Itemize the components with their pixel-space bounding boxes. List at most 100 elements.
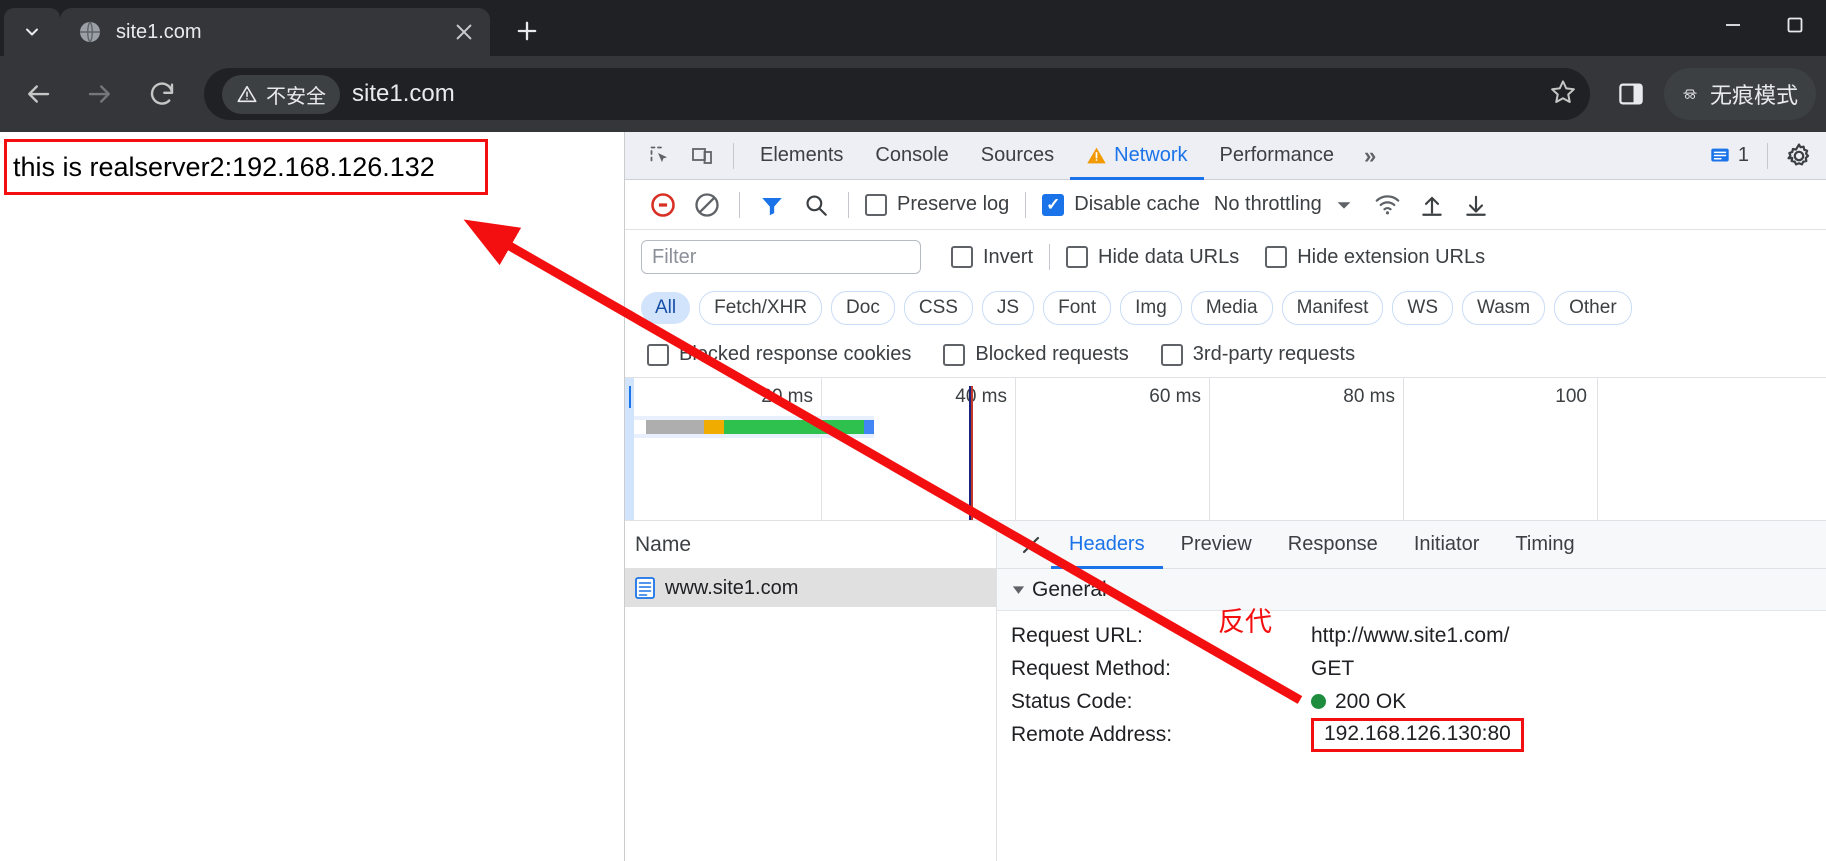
tab-search-button[interactable] xyxy=(4,8,60,56)
type-filter-wasm[interactable]: Wasm xyxy=(1462,291,1546,325)
close-details-button[interactable] xyxy=(1011,525,1051,565)
clear-button[interactable] xyxy=(685,183,729,227)
search-button[interactable] xyxy=(794,183,838,227)
detail-tab-initiator[interactable]: Initiator xyxy=(1396,521,1498,569)
tab-label: Sources xyxy=(980,144,1055,166)
filter-input[interactable]: Filter xyxy=(641,240,921,274)
clear-icon xyxy=(695,192,719,217)
detail-tab-response[interactable]: Response xyxy=(1270,521,1396,569)
network-overview[interactable]: 20 ms 40 ms 60 ms 80 ms 100 xyxy=(625,378,1826,521)
blocked-response-cookies-checkbox[interactable]: Blocked response cookies xyxy=(641,343,917,366)
maximize-button[interactable] xyxy=(1764,0,1826,50)
inspect-element-button[interactable] xyxy=(639,135,681,177)
divider xyxy=(1025,191,1027,218)
arrow-left-icon xyxy=(28,85,50,103)
record-button[interactable] xyxy=(641,183,685,227)
address-bar[interactable]: 不安全 site1.com xyxy=(204,68,1590,120)
tab-network[interactable]: Network xyxy=(1070,132,1203,180)
filter-bar: Filter Invert Hide data URLs Hide extens… xyxy=(625,230,1826,284)
hide-data-urls-checkbox[interactable]: Hide data URLs xyxy=(1060,246,1245,269)
reload-button[interactable] xyxy=(134,66,190,122)
checkbox-box xyxy=(1265,246,1288,268)
status-code-value: 200 OK xyxy=(1335,689,1407,713)
settings-button[interactable] xyxy=(1778,135,1820,177)
security-indicator[interactable]: 不安全 xyxy=(222,74,340,114)
type-filter-media[interactable]: Media xyxy=(1190,291,1273,325)
overview-range-handle[interactable] xyxy=(625,378,634,520)
type-filter-fetch-xhr[interactable]: Fetch/XHR xyxy=(699,291,823,325)
type-filter-js[interactable]: JS xyxy=(981,291,1035,325)
detail-tab-preview[interactable]: Preview xyxy=(1163,521,1270,569)
throttling-select[interactable]: No throttling xyxy=(1206,193,1322,216)
filter-toggle-button[interactable] xyxy=(750,183,794,227)
side-panel-button[interactable] xyxy=(1604,67,1658,121)
upload-icon xyxy=(1422,196,1442,216)
inspect-element-icon xyxy=(650,146,667,162)
third-party-requests-checkbox[interactable]: 3rd-party requests xyxy=(1155,343,1361,366)
type-filter-img[interactable]: Img xyxy=(1120,291,1182,325)
type-filter-ws[interactable]: WS xyxy=(1392,291,1453,325)
security-label: 不安全 xyxy=(266,85,326,108)
close-icon[interactable] xyxy=(450,18,478,46)
browser-tab[interactable]: site1.com xyxy=(60,8,490,56)
header-key: Status Code: xyxy=(1011,689,1133,713)
overview-tick: 40 ms xyxy=(955,386,1007,407)
table-row[interactable]: www.site1.com xyxy=(625,569,996,607)
device-toolbar-button[interactable] xyxy=(681,135,723,177)
chevrons-right-icon[interactable]: » xyxy=(1350,143,1388,169)
detail-tab-bar: Headers Preview Response Initiator Timin… xyxy=(997,521,1826,569)
new-tab-button[interactable] xyxy=(504,8,550,54)
checkbox-box xyxy=(1042,193,1065,216)
content-area: this is realserver2:192.168.126.132 Elem… xyxy=(0,132,1826,861)
page-body-text: this is realserver2:192.168.126.132 xyxy=(13,151,435,182)
type-filter-other[interactable]: Other xyxy=(1554,291,1632,325)
general-header-rows: Request URL: http://www.site1.com/ Reque… xyxy=(997,611,1826,752)
preserve-log-checkbox[interactable]: Preserve log xyxy=(859,193,1015,216)
status-ok-dot xyxy=(1311,694,1326,709)
checkbox-label: Invert xyxy=(983,245,1034,268)
network-conditions-button[interactable] xyxy=(1366,183,1410,227)
tab-console[interactable]: Console xyxy=(859,132,964,180)
checkbox-box xyxy=(865,193,887,216)
minimize-button[interactable] xyxy=(1702,0,1764,50)
header-value: GET xyxy=(1311,656,1355,680)
tab-performance[interactable]: Performance xyxy=(1204,132,1351,180)
arrow-right-icon xyxy=(88,85,110,103)
tab-sources[interactable]: Sources xyxy=(965,132,1070,180)
bookmark-button[interactable] xyxy=(1548,77,1578,112)
type-filter-doc[interactable]: Doc xyxy=(831,291,895,325)
export-har-button[interactable] xyxy=(1454,183,1498,227)
column-header-name[interactable]: Name xyxy=(625,521,996,569)
blocked-requests-checkbox[interactable]: Blocked requests xyxy=(937,343,1134,366)
reload-icon xyxy=(150,82,174,105)
message-count[interactable]: 1 xyxy=(1701,144,1757,167)
type-filter-font[interactable]: Font xyxy=(1043,291,1112,325)
incognito-icon xyxy=(1683,89,1697,99)
invert-checkbox[interactable]: Invert xyxy=(945,246,1039,269)
header-value-wrap: 200 OK xyxy=(1311,690,1406,714)
tab-title: site1.com xyxy=(116,20,202,43)
checkbox-label: Disable cache xyxy=(1074,193,1200,215)
incognito-badge[interactable]: 无痕模式 xyxy=(1664,68,1816,120)
header-row-request-method: Request Method: GET xyxy=(997,652,1826,685)
request-list: Name www.site1.com xyxy=(625,521,997,861)
network-lower-pane: Name www.site1.com Headers Preview Respo… xyxy=(625,521,1826,861)
throttling-caret-button[interactable] xyxy=(1322,183,1366,227)
forward-button[interactable] xyxy=(72,66,128,122)
chevron-down-icon xyxy=(1337,201,1351,209)
import-har-button[interactable] xyxy=(1410,183,1454,227)
tab-label: Console xyxy=(875,144,949,166)
overview-tick: 20 ms xyxy=(761,386,813,407)
detail-tab-timing[interactable]: Timing xyxy=(1497,521,1592,569)
disable-cache-checkbox[interactable]: Disable cache xyxy=(1036,193,1206,216)
tab-label: Elements xyxy=(760,144,844,166)
tab-elements[interactable]: Elements xyxy=(744,132,859,180)
general-section-header[interactable]: General xyxy=(997,569,1826,611)
type-filter-css[interactable]: CSS xyxy=(903,291,973,325)
back-button[interactable] xyxy=(10,66,66,122)
hide-extension-urls-checkbox[interactable]: Hide extension URLs xyxy=(1259,246,1491,269)
type-filter-manifest[interactable]: Manifest xyxy=(1281,291,1384,325)
gear-icon xyxy=(1787,142,1810,166)
detail-tab-headers[interactable]: Headers xyxy=(1051,521,1163,569)
type-filter-all[interactable]: All xyxy=(641,292,691,324)
